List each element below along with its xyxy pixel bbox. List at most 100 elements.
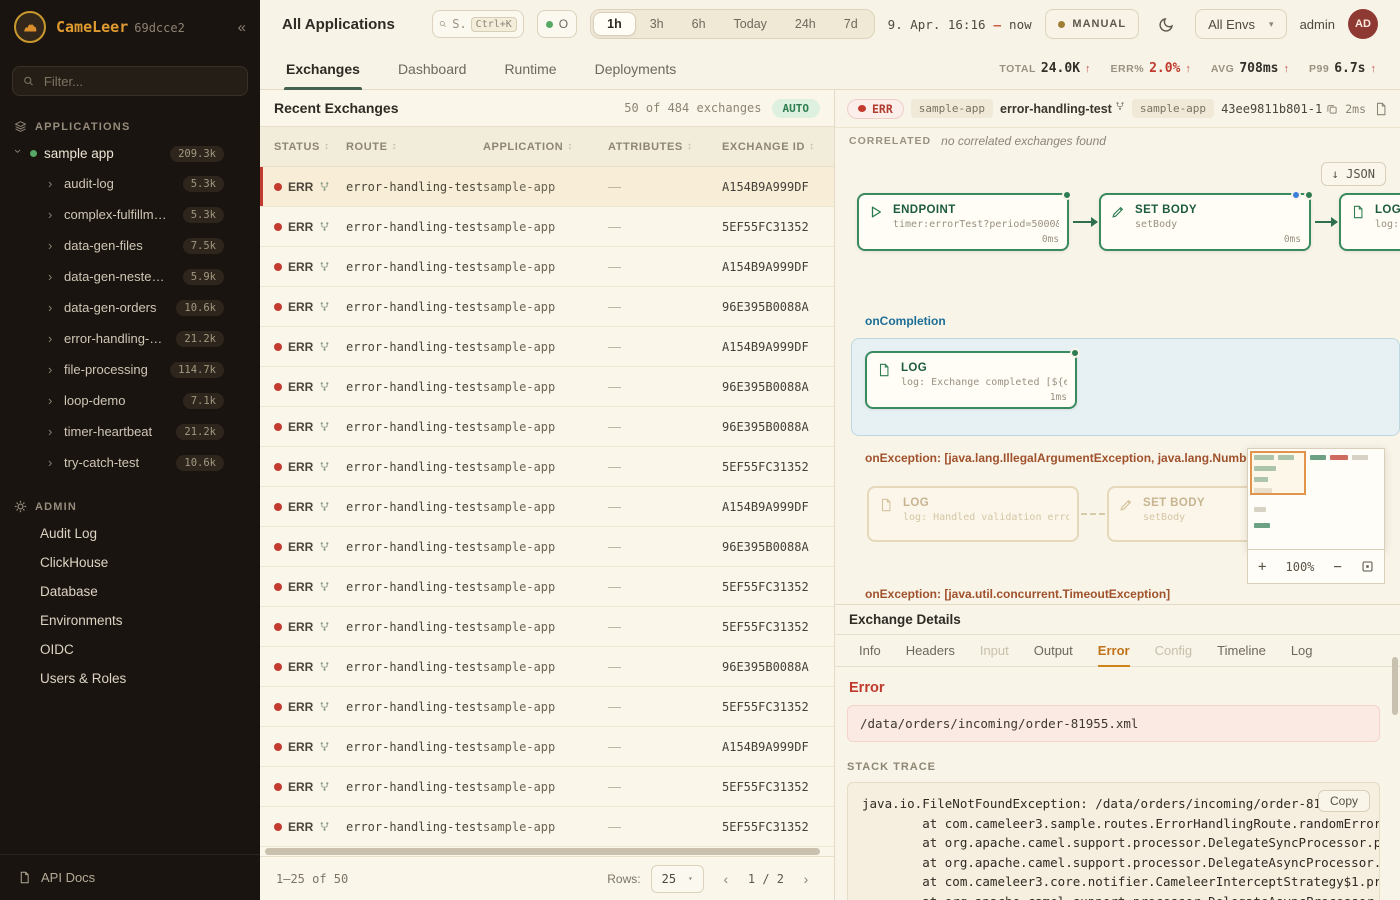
column-header-attributes[interactable]: ATTRIBUTES↕ <box>608 141 722 153</box>
nav-tab[interactable]: Deployments <box>593 48 679 89</box>
table-row[interactable]: ERR error-handling-test sample-app — 5EF… <box>260 567 834 607</box>
table-row[interactable]: ERR error-handling-test sample-app — 5EF… <box>260 207 834 247</box>
sidebar-item-route[interactable]: › data-gen-neste… 5.9k <box>0 261 260 292</box>
details-tab[interactable]: Timeline <box>1217 635 1266 666</box>
sidebar-item-sample-app[interactable]: › sample app 209.3k <box>0 139 260 168</box>
details-tab[interactable]: Info <box>859 635 881 666</box>
table-row[interactable]: ERR error-handling-test sample-app — 96E… <box>260 647 834 687</box>
horizontal-scrollbar[interactable] <box>260 847 834 856</box>
sidebar-item-admin[interactable]: OIDC <box>0 635 260 664</box>
sort-icon: ↕ <box>324 141 330 152</box>
manual-mode-button[interactable]: MANUAL <box>1045 9 1139 39</box>
sidebar-item-route[interactable]: › loop-demo 7.1k <box>0 385 260 416</box>
table-row[interactable]: ERR error-handling-test sample-app — 96E… <box>260 367 834 407</box>
stat: ERR% 2.0% ↑ <box>1111 61 1191 76</box>
table-row[interactable]: ERR error-handling-test sample-app — 96E… <box>260 407 834 447</box>
scrollbar-thumb[interactable] <box>265 848 820 855</box>
env-select[interactable]: All Envs ▾ <box>1195 9 1287 39</box>
sidebar-collapse-icon[interactable]: « <box>238 19 246 36</box>
table-row[interactable]: ERR error-handling-test sample-app — 5EF… <box>260 607 834 647</box>
avatar[interactable]: AD <box>1348 9 1378 39</box>
sidebar-filter[interactable] <box>12 66 248 96</box>
table-row[interactable]: ERR error-handling-test sample-app — A15… <box>260 327 834 367</box>
details-tab[interactable]: Headers <box>906 635 955 666</box>
table-row[interactable]: ERR error-handling-test sample-app — A15… <box>260 167 834 207</box>
download-json-button[interactable]: ↓ JSON <box>1321 162 1386 186</box>
zoom-in-button[interactable]: + <box>1258 559 1266 575</box>
flow-minimap[interactable] <box>1247 448 1385 550</box>
exchange-id[interactable]: 43ee9811b801-1 <box>1221 102 1338 116</box>
time-range-button[interactable]: 6h <box>678 12 720 36</box>
vertical-scrollbar[interactable] <box>1392 657 1398 715</box>
copy-icon[interactable] <box>1326 103 1338 115</box>
next-page-button[interactable]: › <box>794 867 818 891</box>
details-tab[interactable]: Config <box>1155 635 1193 666</box>
sidebar-item-admin[interactable]: Database <box>0 577 260 606</box>
sidebar-item-admin[interactable]: ClickHouse <box>0 548 260 577</box>
sidebar-item-route[interactable]: › try-catch-test 10.6k <box>0 447 260 478</box>
table-row[interactable]: ERR error-handling-test sample-app — A15… <box>260 727 834 767</box>
sidebar-item-route[interactable]: › data-gen-files 7.5k <box>0 230 260 261</box>
column-header-exchange-id[interactable]: EXCHANGE ID↕ <box>722 141 834 153</box>
time-range-button[interactable]: 1h <box>593 12 636 36</box>
auto-refresh-badge[interactable]: AUTO <box>772 99 821 118</box>
table-row[interactable]: ERR error-handling-test sample-app — 5EF… <box>260 687 834 727</box>
route-name[interactable]: error-handling-test <box>1000 102 1125 116</box>
sidebar-item-admin[interactable]: Audit Log <box>0 519 260 548</box>
sidebar-item-route[interactable]: › file-processing 114.7k <box>0 354 260 385</box>
sidebar-item-route[interactable]: › complex-fulfillm… 5.3k <box>0 199 260 230</box>
details-tab[interactable]: Log <box>1291 635 1313 666</box>
flow-node-exception-log[interactable]: LOG log: Handled validation error: ${exc… <box>867 486 1079 542</box>
copy-button[interactable]: Copy <box>1318 790 1370 812</box>
time-range-button[interactable]: 24h <box>781 12 830 36</box>
details-tab[interactable]: Output <box>1034 635 1073 666</box>
details-tab[interactable]: Error <box>1098 635 1130 666</box>
sidebar-item-route[interactable]: › error-handling-… 21.2k <box>0 323 260 354</box>
copy-exchange-icon[interactable] <box>1374 102 1388 116</box>
sidebar-item-route[interactable]: › data-gen-orders 10.6k <box>0 292 260 323</box>
prev-page-button[interactable]: ‹ <box>714 867 738 891</box>
details-tab[interactable]: Input <box>980 635 1009 666</box>
nav-tab[interactable]: Dashboard <box>396 48 469 89</box>
application-cell: sample-app <box>483 500 608 514</box>
column-header-application[interactable]: APPLICATION↕ <box>483 141 608 153</box>
attributes-cell: — <box>608 499 722 514</box>
filter-input[interactable] <box>42 73 237 90</box>
chevron-right-icon: › <box>48 331 57 346</box>
table-row[interactable]: ERR error-handling-test sample-app — 96E… <box>260 287 834 327</box>
flow-node-set-body[interactable]: SET BODY setBody 0ms <box>1099 193 1311 251</box>
column-header-status[interactable]: STATUS↕ <box>260 141 346 153</box>
table-row[interactable]: ERR error-handling-test sample-app — 5EF… <box>260 447 834 487</box>
minimap-viewport[interactable] <box>1250 451 1306 495</box>
table-row[interactable]: ERR error-handling-test sample-app — 5EF… <box>260 767 834 807</box>
date-range[interactable]: 9. Apr. 16:16 — now <box>888 17 1032 32</box>
api-docs-link[interactable]: API Docs <box>41 870 95 885</box>
table-row[interactable]: ERR error-handling-test sample-app — 96E… <box>260 527 834 567</box>
dark-mode-toggle[interactable] <box>1152 9 1182 39</box>
sidebar-item-admin[interactable]: Environments <box>0 606 260 635</box>
live-toggle[interactable]: O <box>537 10 577 38</box>
time-range-button[interactable]: 3h <box>636 12 678 36</box>
sidebar-item-route[interactable]: › timer-heartbeat 21.2k <box>0 416 260 447</box>
column-header-route[interactable]: ROUTE↕ <box>346 141 483 153</box>
attributes-cell: — <box>608 379 722 394</box>
time-range-button[interactable]: Today <box>720 12 781 36</box>
time-range-button[interactable]: 7d <box>830 12 872 36</box>
sidebar-item-route[interactable]: › audit-log 5.3k <box>0 168 260 199</box>
error-status-dot <box>274 223 282 231</box>
rows-per-page-select[interactable]: 25 ▾ <box>651 865 704 893</box>
flow-node-completion-log[interactable]: LOG log: Exchange completed [${exchan 1m… <box>865 351 1077 409</box>
sidebar-item-admin[interactable]: Users & Roles <box>0 664 260 693</box>
table-row[interactable]: ERR error-handling-test sample-app — 5EF… <box>260 807 834 847</box>
nav-tab[interactable]: Runtime <box>502 48 558 89</box>
sidebar-footer[interactable]: API Docs <box>0 854 260 900</box>
nav-tab[interactable]: Exchanges <box>284 48 362 89</box>
zoom-fit-button[interactable] <box>1361 560 1374 573</box>
global-search[interactable]: Ctrl+K <box>432 10 524 38</box>
table-row[interactable]: ERR error-handling-test sample-app — A15… <box>260 247 834 287</box>
flow-node-endpoint[interactable]: ENDPOINT timer:errorTest?period=5000&del… <box>857 193 1069 251</box>
zoom-out-button[interactable]: − <box>1333 559 1341 575</box>
table-row[interactable]: ERR error-handling-test sample-app — A15… <box>260 487 834 527</box>
flow-node-log[interactable]: LOG log: Sta <box>1339 193 1400 251</box>
search-input[interactable] <box>450 16 466 32</box>
